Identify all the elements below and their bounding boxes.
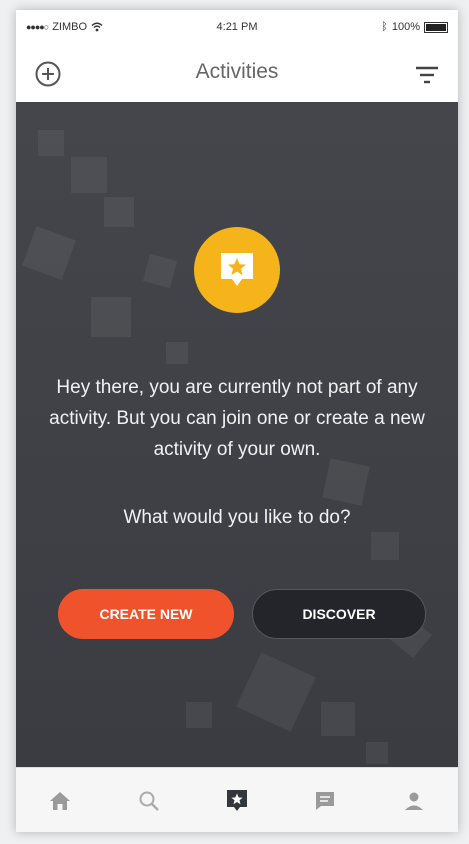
home-icon xyxy=(50,791,71,810)
decorative-square xyxy=(236,652,316,732)
tab-messages[interactable] xyxy=(305,781,345,821)
nav-bar: Activities xyxy=(16,46,458,102)
phone-screen: ●●●●○ ZIMBO 4:21 PM ᛒ 100% Activities He… xyxy=(16,10,458,832)
activity-star-icon xyxy=(194,227,280,313)
decorative-square xyxy=(366,742,388,764)
decorative-square xyxy=(71,157,107,193)
battery-percent: 100% xyxy=(391,21,420,33)
empty-state-panel: Hey there, you are currently not part of… xyxy=(16,102,458,767)
battery-icon xyxy=(424,21,448,33)
create-new-button[interactable]: CREATE NEW xyxy=(58,589,234,639)
page-title: Activities xyxy=(195,60,279,83)
chat-icon xyxy=(316,791,335,810)
bluetooth-icon: ᛒ xyxy=(381,21,388,33)
decorative-square xyxy=(322,458,370,506)
tab-activities[interactable] xyxy=(217,781,257,821)
decorative-square xyxy=(22,226,76,280)
tab-home[interactable] xyxy=(40,781,80,821)
empty-state-question: What would you like to do? xyxy=(123,507,351,528)
decorative-square xyxy=(142,253,178,289)
empty-state-message: Hey there, you are currently not part of… xyxy=(49,377,425,460)
decorative-square xyxy=(186,702,212,728)
filter-icon[interactable] xyxy=(414,64,440,86)
tab-search[interactable] xyxy=(129,781,169,821)
decorative-square xyxy=(91,297,131,337)
decorative-square xyxy=(104,197,134,227)
decorative-square xyxy=(321,702,355,736)
decorative-square xyxy=(371,532,399,560)
decorative-square xyxy=(166,342,188,364)
tab-profile[interactable] xyxy=(394,781,434,821)
discover-button[interactable]: DISCOVER xyxy=(252,589,426,639)
status-bar: ●●●●○ ZIMBO 4:21 PM ᛒ 100% xyxy=(16,10,458,46)
tab-bar xyxy=(16,767,458,832)
status-right: ᛒ 100% xyxy=(381,21,448,33)
activity-icon xyxy=(226,789,247,811)
profile-icon xyxy=(404,792,423,810)
decorative-square xyxy=(38,130,64,156)
search-icon xyxy=(139,791,159,811)
bookmark-star-glyph xyxy=(221,253,253,286)
